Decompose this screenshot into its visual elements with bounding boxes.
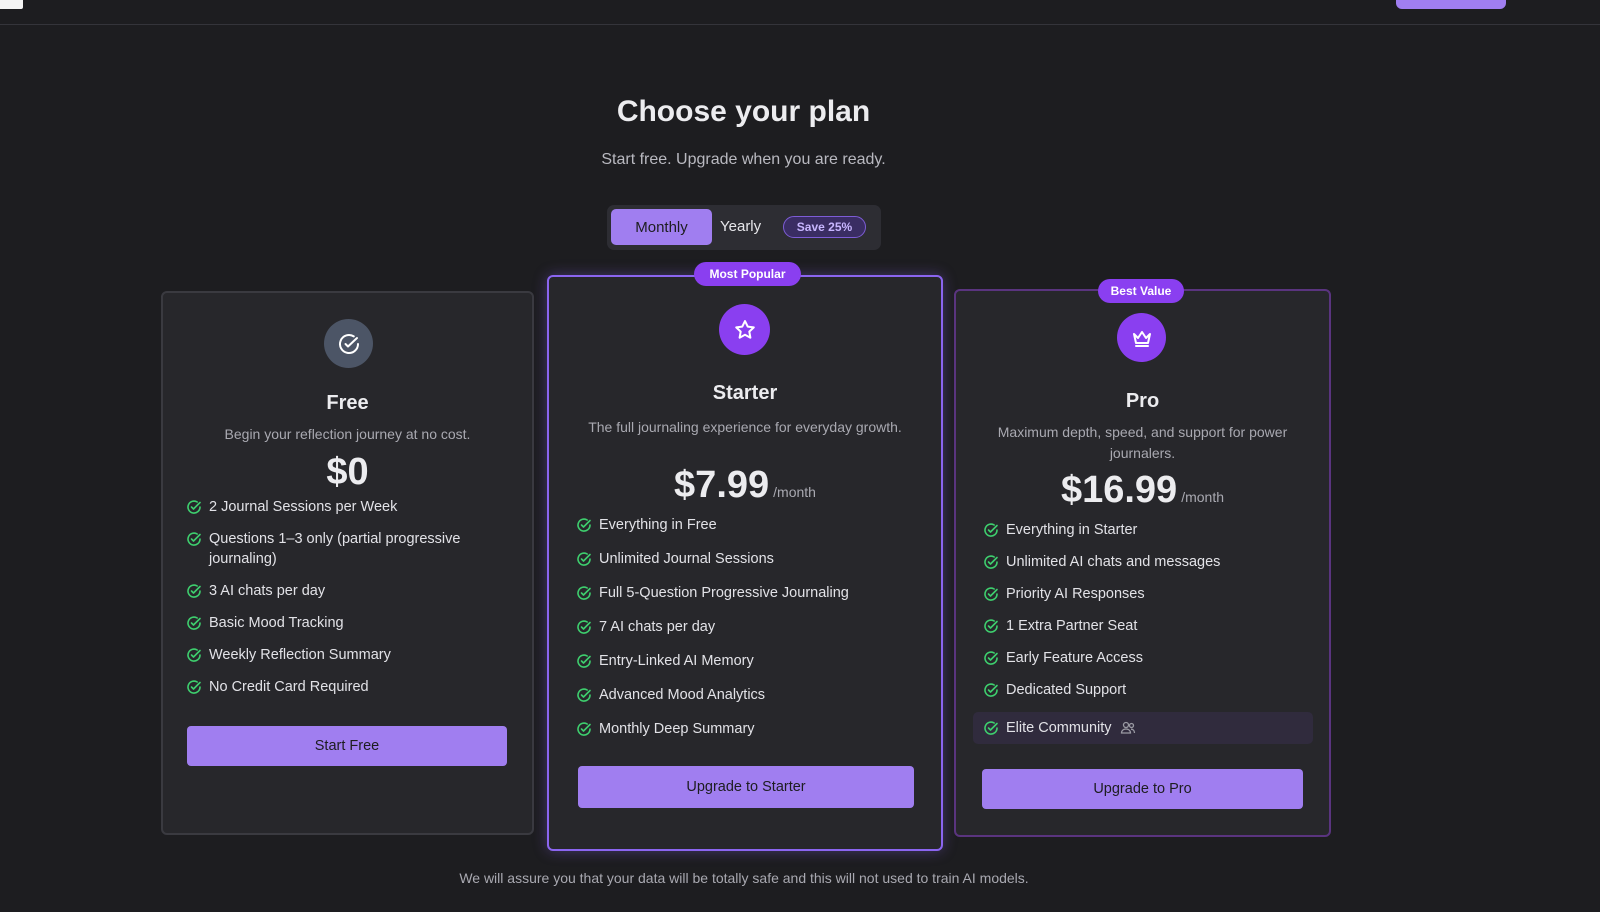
yearly-toggle-button[interactable]: Yearly [720, 209, 761, 245]
check-icon [187, 616, 201, 630]
price-period: /month [773, 484, 816, 500]
page-title: Choose your plan [616, 95, 871, 128]
check-circle-icon [324, 319, 373, 368]
plan-price: $0 [326, 451, 369, 493]
check-icon [577, 586, 591, 600]
feature-item: Priority AI Responses [983, 584, 1313, 604]
upgrade-to-starter-button[interactable]: Upgrade to Starter [578, 766, 914, 808]
plan-description: The full journaling experience for every… [588, 419, 902, 435]
feature-item: Monthly Deep Summary [576, 719, 926, 739]
check-icon [577, 552, 591, 566]
check-icon [984, 523, 998, 537]
feature-list: 2 Journal Sessions per Week Questions 1–… [186, 497, 506, 709]
plan-name: Pro [1125, 390, 1160, 412]
feature-item: No Credit Card Required [186, 677, 506, 697]
check-icon [187, 648, 201, 662]
crown-icon [1117, 313, 1166, 362]
feature-item-highlighted: Elite Community [973, 712, 1313, 744]
check-icon [984, 555, 998, 569]
check-icon [577, 620, 591, 634]
feature-item: 1 Extra Partner Seat [983, 616, 1313, 636]
check-icon [984, 721, 998, 735]
navbar-action-button[interactable] [1396, 0, 1506, 9]
check-icon [187, 532, 201, 546]
page-subtitle: Start free. Upgrade when you are ready. [601, 151, 886, 168]
start-free-button[interactable]: Start Free [187, 726, 507, 766]
plan-card-free: Free Begin your reflection journey at no… [161, 291, 534, 835]
plan-card-pro: Best Value Pro Maximum depth, speed, and… [954, 279, 1331, 837]
feature-item: Full 5-Question Progressive Journaling [576, 583, 926, 603]
feature-item: 3 AI chats per day [186, 581, 506, 601]
save-badge: Save 25% [783, 216, 866, 238]
check-icon [577, 518, 591, 532]
feature-item: 2 Journal Sessions per Week [186, 497, 506, 517]
check-icon [187, 500, 201, 514]
check-icon [577, 654, 591, 668]
check-icon [577, 722, 591, 736]
star-icon [719, 304, 770, 355]
plan-price: $16.99 [1060, 469, 1178, 511]
feature-item: Advanced Mood Analytics [576, 685, 926, 705]
privacy-note: We will assure you that your data will b… [459, 870, 1029, 886]
check-icon [984, 651, 998, 665]
feature-item: Everything in Starter [983, 520, 1313, 540]
feature-item: Unlimited Journal Sessions [576, 549, 926, 569]
plan-price: $7.99 [674, 464, 770, 506]
check-icon [187, 680, 201, 694]
plan-card-starter: Most Popular Starter The full journaling… [547, 262, 943, 851]
monthly-toggle-button[interactable]: Monthly [611, 209, 712, 245]
plan-description: Begin your reflection journey at no cost… [224, 426, 471, 442]
top-navbar [0, 0, 1600, 25]
upgrade-to-pro-button[interactable]: Upgrade to Pro [982, 769, 1303, 809]
check-icon [984, 683, 998, 697]
check-icon [984, 587, 998, 601]
plan-name: Free [326, 392, 369, 414]
check-icon [187, 584, 201, 598]
check-icon [984, 619, 998, 633]
price-row: $16.99/month [956, 469, 1329, 512]
feature-item: 7 AI chats per day [576, 617, 926, 637]
people-icon [1120, 722, 1135, 734]
price-period: /month [1181, 489, 1225, 505]
feature-list: Everything in Starter Unlimited AI chats… [973, 520, 1313, 756]
feature-item: Basic Mood Tracking [186, 613, 506, 633]
feature-list: Everything in Free Unlimited Journal Ses… [576, 515, 926, 753]
plan-description: Maximum depth, speed, and support for po… [997, 424, 1288, 461]
billing-toggle: Monthly Yearly Save 25% [607, 205, 881, 250]
price-row: $7.99/month [549, 464, 941, 507]
feature-item: Questions 1–3 only (partial progressive … [186, 529, 506, 569]
feature-item: Dedicated Support [983, 680, 1313, 700]
feature-item: Everything in Free [576, 515, 926, 535]
feature-item: Early Feature Access [983, 648, 1313, 668]
feature-item: Weekly Reflection Summary [186, 645, 506, 665]
feature-item: Entry-Linked AI Memory [576, 651, 926, 671]
plan-name: Starter [712, 382, 778, 404]
check-icon [577, 688, 591, 702]
best-value-badge: Best Value [1098, 279, 1184, 303]
logo[interactable] [0, 0, 23, 9]
feature-item: Unlimited AI chats and messages [983, 552, 1313, 572]
most-popular-badge: Most Popular [694, 262, 801, 286]
price-row: $0 [163, 451, 532, 494]
